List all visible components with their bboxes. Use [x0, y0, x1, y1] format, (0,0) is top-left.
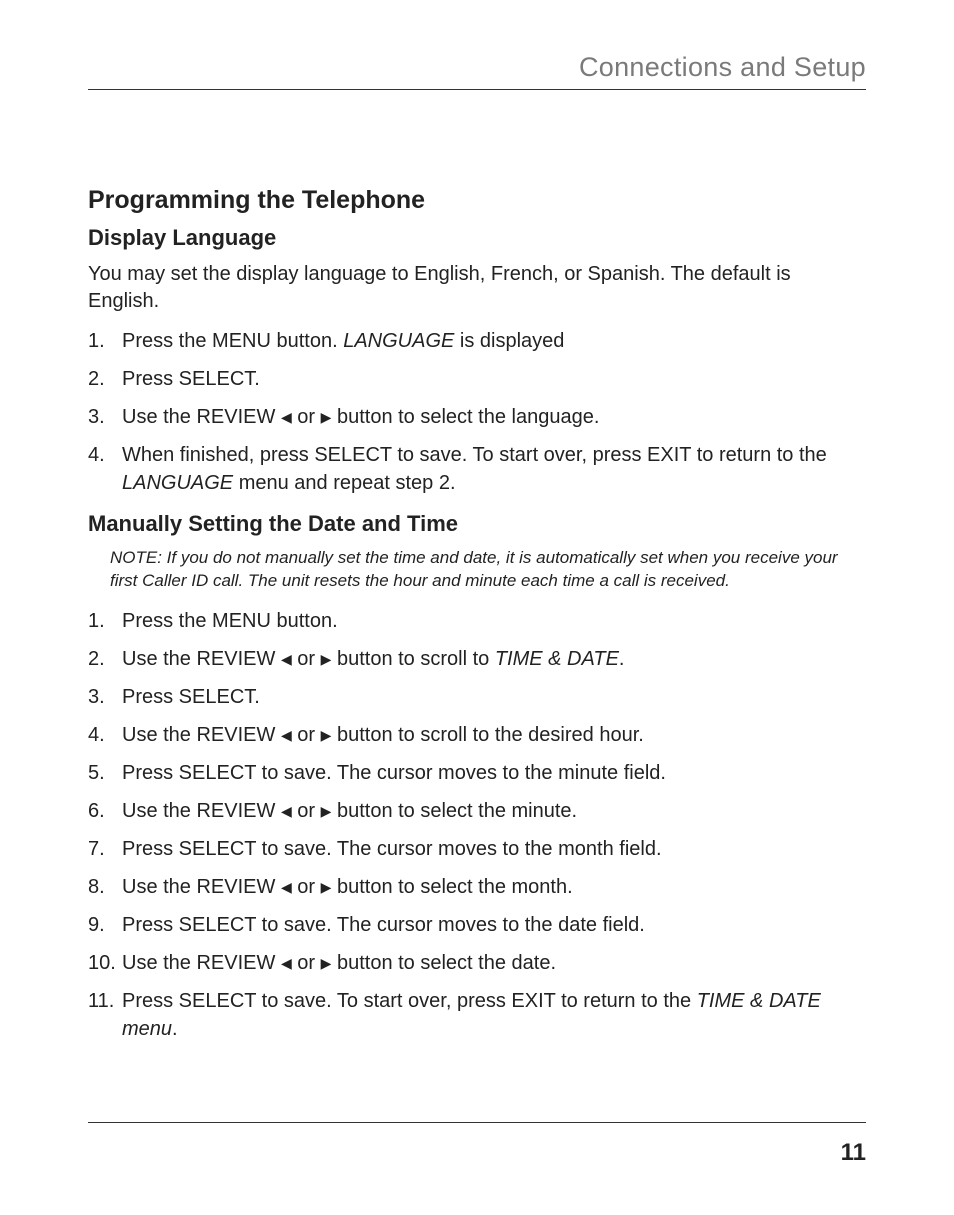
step-italic: LANGUAGE — [343, 330, 454, 352]
triangle-left-icon: ◀ — [281, 650, 292, 670]
arrow-or: or — [292, 952, 321, 974]
triangle-left-icon: ◀ — [281, 954, 292, 974]
step-text: Press SELECT. — [122, 365, 866, 393]
triangle-right-icon: ▶ — [321, 802, 332, 822]
list-item: 3. Press SELECT. — [88, 683, 866, 711]
step-pre: When finished, press SELECT to save. To … — [122, 444, 827, 466]
step-text: Use the REVIEW ◀ or ▶ button to select t… — [122, 797, 866, 825]
step-text: Use the REVIEW ◀ or ▶ button to select t… — [122, 949, 866, 977]
step-number: 3. — [88, 403, 122, 431]
step-number: 8. — [88, 873, 122, 901]
list-item: 2. Use the REVIEW ◀ or ▶ button to scrol… — [88, 645, 866, 673]
triangle-left-icon: ◀ — [281, 408, 292, 428]
step-post: . — [172, 1018, 178, 1040]
step-text: Press SELECT to save. The cursor moves t… — [122, 835, 866, 863]
step-text: Use the REVIEW ◀ or ▶ button to scroll t… — [122, 721, 866, 749]
step-post: button to select the minute. — [331, 800, 577, 822]
list-item: 7. Press SELECT to save. The cursor move… — [88, 835, 866, 863]
section-heading: Programming the Telephone — [88, 186, 866, 215]
step-pre: Use the REVIEW — [122, 800, 281, 822]
display-language-intro: You may set the display language to Engl… — [88, 261, 866, 315]
step-number: 3. — [88, 683, 122, 711]
step-post: button to scroll to the desired hour. — [331, 724, 643, 746]
step-pre: Press the MENU button. — [122, 330, 343, 352]
triangle-right-icon: ▶ — [321, 954, 332, 974]
step-text: Use the REVIEW ◀ or ▶ button to select t… — [122, 403, 866, 431]
list-item: 10. Use the REVIEW ◀ or ▶ button to sele… — [88, 949, 866, 977]
step-pre: Use the REVIEW — [122, 952, 281, 974]
arrow-or: or — [292, 724, 321, 746]
list-item: 1. Press the MENU button. — [88, 607, 866, 635]
triangle-right-icon: ▶ — [321, 878, 332, 898]
step-number: 4. — [88, 721, 122, 749]
list-item: 4. When finished, press SELECT to save. … — [88, 441, 866, 497]
step-post: button to select the date. — [331, 952, 556, 974]
step-text: Press SELECT to save. The cursor moves t… — [122, 911, 866, 939]
step-mid: button to scroll to — [331, 648, 494, 670]
step-text: Press SELECT. — [122, 683, 866, 711]
triangle-right-icon: ▶ — [321, 650, 332, 670]
list-item: 3. Use the REVIEW ◀ or ▶ button to selec… — [88, 403, 866, 431]
arrow-or: or — [292, 800, 321, 822]
step-text: Press SELECT to save. The cursor moves t… — [122, 759, 866, 787]
step-text: When finished, press SELECT to save. To … — [122, 441, 866, 497]
step-italic: LANGUAGE — [122, 472, 233, 494]
arrow-or: or — [292, 648, 321, 670]
step-pre: Use the REVIEW — [122, 648, 281, 670]
step-post: button to select the language. — [331, 406, 599, 428]
triangle-left-icon: ◀ — [281, 802, 292, 822]
step-number: 6. — [88, 797, 122, 825]
step-pre: Use the REVIEW — [122, 406, 281, 428]
step-number: 4. — [88, 441, 122, 497]
step-number: 1. — [88, 327, 122, 355]
step-text: Use the REVIEW ◀ or ▶ button to scroll t… — [122, 645, 866, 673]
triangle-right-icon: ▶ — [321, 726, 332, 746]
step-post: button to select the month. — [331, 876, 572, 898]
step-pre: Use the REVIEW — [122, 724, 281, 746]
step-number: 2. — [88, 365, 122, 393]
step-number: 11. — [88, 987, 122, 1043]
step-pre: Use the REVIEW — [122, 876, 281, 898]
step-number: 1. — [88, 607, 122, 635]
step-number: 9. — [88, 911, 122, 939]
step-number: 10. — [88, 949, 122, 977]
display-language-heading: Display Language — [88, 225, 866, 251]
list-item: 6. Use the REVIEW ◀ or ▶ button to selec… — [88, 797, 866, 825]
arrow-or: or — [292, 406, 321, 428]
page-header-title: Connections and Setup — [579, 52, 866, 82]
manual-datetime-note: NOTE: If you do not manually set the tim… — [110, 547, 866, 593]
step-pre: Press SELECT to save. To start over, pre… — [122, 990, 697, 1012]
step-post: is displayed — [454, 330, 564, 352]
arrow-or: or — [292, 876, 321, 898]
list-item: 2. Press SELECT. — [88, 365, 866, 393]
step-text: Press the MENU button. LANGUAGE is displ… — [122, 327, 866, 355]
display-language-steps: 1. Press the MENU button. LANGUAGE is di… — [88, 327, 866, 497]
triangle-left-icon: ◀ — [281, 726, 292, 746]
list-item: 4. Use the REVIEW ◀ or ▶ button to scrol… — [88, 721, 866, 749]
page-footer: 11 — [88, 1122, 866, 1167]
step-post: menu and repeat step 2. — [233, 472, 455, 494]
step-number: 5. — [88, 759, 122, 787]
step-text: Use the REVIEW ◀ or ▶ button to select t… — [122, 873, 866, 901]
list-item: 11. Press SELECT to save. To start over,… — [88, 987, 866, 1043]
manual-datetime-heading: Manually Setting the Date and Time — [88, 511, 866, 537]
list-item: 9. Press SELECT to save. The cursor move… — [88, 911, 866, 939]
manual-datetime-steps: 1. Press the MENU button. 2. Use the REV… — [88, 607, 866, 1043]
triangle-right-icon: ▶ — [321, 408, 332, 428]
step-number: 7. — [88, 835, 122, 863]
page-header: Connections and Setup — [88, 52, 866, 90]
step-text: Press SELECT to save. To start over, pre… — [122, 987, 866, 1043]
step-post: . — [619, 648, 625, 670]
list-item: 5. Press SELECT to save. The cursor move… — [88, 759, 866, 787]
step-text: Press the MENU button. — [122, 607, 866, 635]
page-number: 11 — [841, 1139, 866, 1166]
list-item: 1. Press the MENU button. LANGUAGE is di… — [88, 327, 866, 355]
list-item: 8. Use the REVIEW ◀ or ▶ button to selec… — [88, 873, 866, 901]
step-number: 2. — [88, 645, 122, 673]
step-italic: TIME & DATE — [495, 648, 619, 670]
triangle-left-icon: ◀ — [281, 878, 292, 898]
